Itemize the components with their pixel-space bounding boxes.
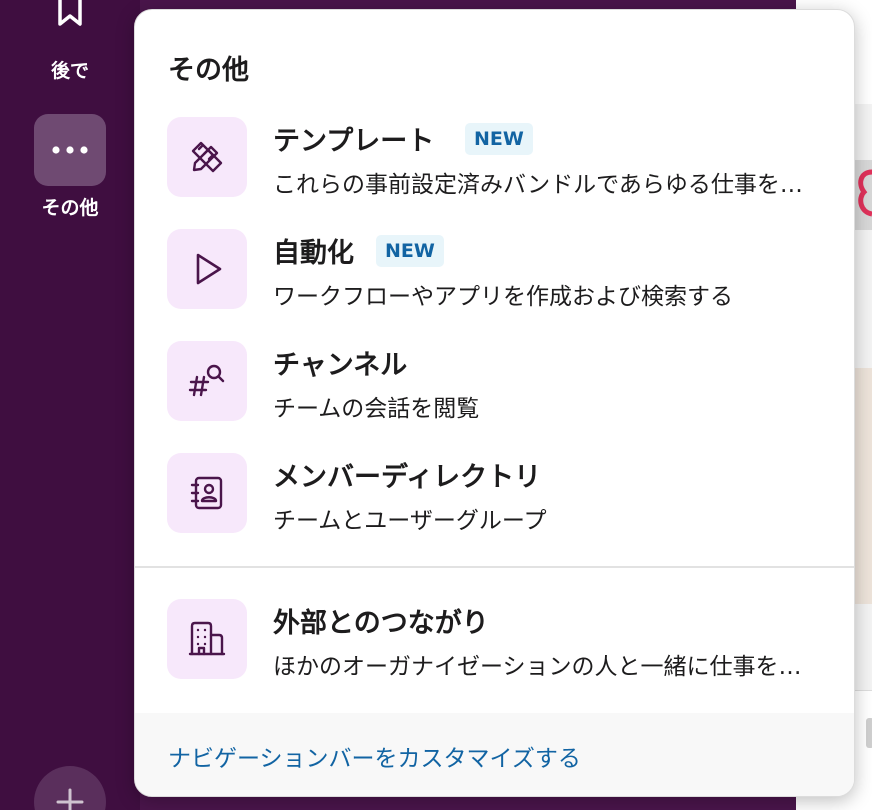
workspace-composer bbox=[852, 690, 872, 810]
new-badge: NEW bbox=[376, 235, 444, 267]
menu-item-external-connections[interactable]: 外部とのつながり ほかのオーガナイゼーションの人と一緒に仕事をする bbox=[135, 599, 854, 699]
menu-item-title: 自動化 bbox=[273, 238, 354, 269]
menu-item-channels[interactable]: チャンネル チームの会話を閲覧 bbox=[135, 341, 854, 441]
bookmark-icon bbox=[58, 0, 82, 26]
sidebar-item-later[interactable]: 後で bbox=[0, 0, 140, 90]
play-icon bbox=[196, 253, 222, 285]
sidebar-more-label: その他 bbox=[41, 197, 99, 219]
channel-search-icon bbox=[188, 364, 225, 397]
sidebar-more-button[interactable] bbox=[34, 114, 106, 186]
menu-item-description: チームの会話を閲覧 bbox=[273, 396, 480, 422]
more-dots-icon bbox=[52, 146, 88, 154]
sidebar-item-later-label: 後で bbox=[50, 60, 89, 82]
menu-item-icon-tile bbox=[167, 453, 247, 533]
pencil-ruler-icon bbox=[191, 141, 223, 173]
menu-item-member-directory[interactable]: メンバーディレクトリ チームとユーザーグループ bbox=[135, 453, 854, 553]
more-menu-popover: その他 テンプレート NEW これらの事前設定済みバンドルであらゆる仕事を… 自… bbox=[134, 9, 855, 797]
menu-item-description: チームとユーザーグループ bbox=[273, 508, 547, 534]
customize-navigation-link[interactable]: ナビゲーションバーをカスタマイズする bbox=[168, 739, 581, 773]
menu-item-automation[interactable]: 自動化 NEW ワークフローやアプリを作成および検索する bbox=[135, 229, 854, 329]
menu-item-icon-tile bbox=[167, 599, 247, 679]
menu-item-title: 外部とのつながり bbox=[273, 608, 489, 639]
menu-footer: ナビゲーションバーをカスタマイズする bbox=[135, 713, 854, 796]
menu-item-title: テンプレート bbox=[273, 126, 435, 157]
menu-item-templates[interactable]: テンプレート NEW これらの事前設定済みバンドルであらゆる仕事を… bbox=[135, 117, 854, 217]
menu-item-icon-tile bbox=[167, 229, 247, 309]
new-badge: NEW bbox=[465, 123, 533, 155]
workspace-image-block bbox=[852, 368, 872, 604]
menu-item-title: メンバーディレクトリ bbox=[273, 462, 542, 493]
plus-icon bbox=[56, 788, 84, 810]
menu-item-icon-tile bbox=[167, 341, 247, 421]
menu-item-description: ワークフローやアプリを作成および検索する bbox=[273, 284, 733, 310]
add-workspace-button[interactable] bbox=[34, 766, 106, 810]
menu-title: その他 bbox=[168, 55, 249, 86]
menu-item-description: これらの事前設定済みバンドルであらゆる仕事を… bbox=[273, 172, 803, 198]
contact-book-icon bbox=[190, 476, 223, 510]
menu-item-title: チャンネル bbox=[273, 350, 408, 381]
menu-item-icon-tile bbox=[167, 117, 247, 197]
sidebar-rail: 後で その他 bbox=[0, 0, 140, 810]
workspace-composer-button[interactable] bbox=[866, 718, 872, 748]
menu-divider bbox=[135, 566, 854, 568]
menu-item-description: ほかのオーガナイゼーションの人と一緒に仕事をする bbox=[273, 654, 818, 680]
workspace-image-fragment bbox=[858, 169, 872, 217]
building-icon bbox=[188, 621, 226, 656]
